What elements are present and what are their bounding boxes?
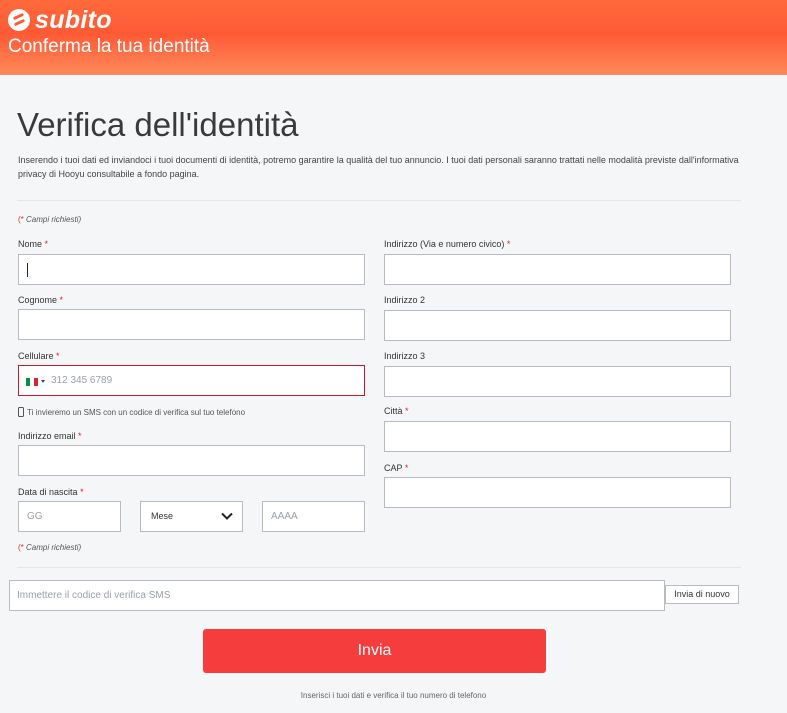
- required-fields-note-bottom: (* Campi richiesti): [18, 543, 82, 552]
- mobile-phone-icon: [18, 407, 24, 417]
- email-field[interactable]: [18, 445, 365, 476]
- footer-note: Inserisci i tuoi dati e verifica il tuo …: [300, 691, 487, 700]
- cap-field[interactable]: [384, 477, 731, 508]
- email-label: Indirizzo email *: [18, 431, 82, 441]
- cap-label: CAP *: [384, 463, 409, 473]
- divider-bottom: [17, 567, 741, 568]
- sms-hint: Ti invieremo un SMS con un codice di ver…: [18, 407, 245, 417]
- citta-field[interactable]: [384, 421, 731, 452]
- required-fields-note: (* Campi richiesti): [18, 215, 82, 224]
- subito-logo-icon: [8, 9, 30, 31]
- resend-button[interactable]: Invia di nuovo: [665, 585, 739, 604]
- dob-label: Data di nascita *: [18, 487, 84, 497]
- text-cursor: [27, 263, 28, 277]
- nome-label: Nome *: [18, 239, 49, 249]
- nome-field[interactable]: [18, 254, 365, 285]
- cognome-label: Cognome *: [18, 295, 64, 305]
- intro-text: Inserendo i tuoi dati ed inviandoci i tu…: [18, 155, 739, 179]
- sms-code-input[interactable]: Immettere il codice di verifica SMS: [9, 580, 665, 611]
- app-header: subito Conferma la tua identità: [0, 0, 787, 75]
- indirizzo2-field[interactable]: [384, 310, 731, 341]
- country-dropdown-caret-icon[interactable]: [41, 380, 45, 383]
- cognome-field[interactable]: [18, 309, 365, 340]
- italy-flag-icon[interactable]: [26, 378, 38, 386]
- indirizzo2-label: Indirizzo 2: [384, 295, 426, 305]
- dob-day-field[interactable]: GG: [18, 501, 121, 532]
- cellulare-field[interactable]: 312 345 6789: [18, 365, 365, 396]
- cellulare-label: Cellulare *: [18, 351, 60, 361]
- logo-text: subito: [35, 5, 112, 34]
- chevron-down-icon: [221, 512, 233, 520]
- dob-year-field[interactable]: AAAA: [262, 501, 365, 532]
- indirizzo3-label: Indirizzo 3: [384, 351, 426, 361]
- header-title: Conferma la tua identità: [8, 36, 210, 57]
- dob-month-select[interactable]: Mese: [140, 501, 243, 532]
- cellulare-placeholder: 312 345 6789: [51, 375, 113, 386]
- divider-top: [17, 200, 741, 201]
- citta-label: Città *: [384, 406, 409, 416]
- indirizzo-field[interactable]: [384, 254, 731, 285]
- submit-button[interactable]: Invia: [203, 629, 546, 673]
- page-title: Verifica dell'identità: [17, 106, 299, 143]
- indirizzo3-field[interactable]: [384, 366, 731, 397]
- indirizzo-label: Indirizzo (Via e numero civico) *: [384, 239, 511, 249]
- subito-logo[interactable]: subito: [8, 6, 112, 34]
